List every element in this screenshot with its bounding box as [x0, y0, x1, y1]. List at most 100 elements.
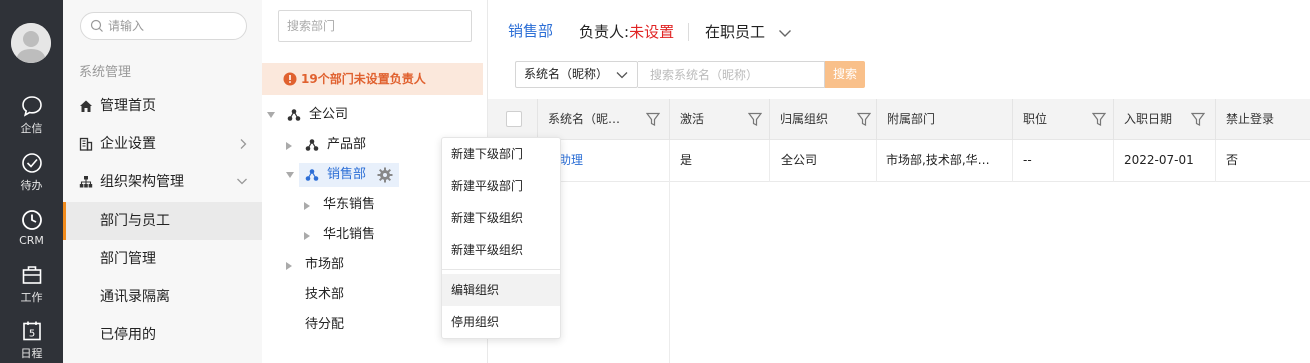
owner-value: 未设置 [629, 23, 675, 41]
collapse-caret-icon[interactable] [267, 112, 275, 118]
chevron-down-icon[interactable] [778, 29, 792, 38]
column-title: 系统名（昵… [548, 112, 621, 126]
cell-depts: 市场部,技术部,华… [886, 153, 990, 167]
rail-item-chat[interactable]: 企信 [0, 95, 63, 151]
menu-item-label: 管理首页 [100, 98, 156, 114]
owner-info[interactable]: 负责人:未设置 [579, 21, 674, 42]
filter-funnel-icon[interactable] [1191, 112, 1205, 127]
column-title: 职位 [1023, 112, 1048, 126]
menu-item-enterprise-settings[interactable]: 企业设置 [63, 125, 262, 163]
menu-search-input[interactable] [108, 17, 238, 35]
ctx-new-child-org[interactable]: 新建下级组织 [442, 202, 560, 234]
org-node-icon [305, 169, 319, 181]
ctx-edit-org[interactable]: 编辑组织 [442, 274, 560, 306]
column-divider [1113, 140, 1114, 182]
menu-item-admin-home[interactable]: 管理首页 [63, 87, 262, 125]
calendar-day: 5 [28, 329, 34, 340]
filter-funnel-icon[interactable] [748, 112, 762, 127]
column-header-depts[interactable]: 附属部门 [876, 99, 1012, 140]
column-divider [876, 140, 877, 182]
menu-sub-contact-isolation[interactable]: 通讯录隔离 [63, 278, 262, 316]
cell-name[interactable]: 门助理 [547, 140, 667, 181]
menu-sub-dept-management[interactable]: 部门管理 [63, 240, 262, 278]
cell-position: -- [1023, 153, 1032, 167]
menu-sub-label: 部门与员工 [100, 213, 170, 229]
menu-search-box [80, 12, 247, 40]
ctx-new-sibling-dept[interactable]: 新建平级部门 [442, 170, 560, 202]
menu-item-org-structure[interactable]: 组织架构管理 [63, 163, 262, 201]
column-header-org[interactable]: 归属组织 [769, 99, 876, 140]
tree-search-box [278, 10, 472, 42]
chat-bubble-icon [21, 96, 42, 117]
filter-funnel-icon[interactable] [646, 112, 660, 127]
clock-icon [21, 210, 42, 230]
tree-node-marketing[interactable]: 市场部 [262, 253, 462, 277]
org-node-icon [287, 109, 301, 121]
ctx-new-child-dept[interactable]: 新建下级部门 [442, 138, 560, 170]
rail-item-label: 日程 [20, 347, 43, 360]
column-header-join-date[interactable]: 入职日期 [1113, 99, 1215, 140]
department-title: 销售部 [508, 22, 554, 40]
tree-node-sales[interactable]: 销售部 [286, 163, 399, 187]
dept-context-menu: 新建下级部门 新建平级部门 新建下级组织 新建平级组织 编辑组织 停用组织 [441, 137, 561, 339]
column-title: 归属组织 [780, 112, 829, 126]
employee-status-dropdown[interactable]: 在职员工 [705, 21, 765, 42]
tree-node-north-sales[interactable]: 华北销售 [262, 223, 462, 247]
ctx-disable-org[interactable]: 停用组织 [442, 306, 560, 338]
menu-sub-label: 通讯录隔离 [100, 289, 170, 305]
collapse-caret-icon[interactable] [286, 172, 294, 178]
system-menu: 系统管理 管理首页 企业设置 [63, 0, 262, 363]
column-divider [1012, 140, 1013, 182]
cell-active: 是 [680, 153, 693, 167]
chevron-down-icon [616, 72, 628, 79]
tree-node-label: 全公司 [309, 107, 349, 122]
missing-owner-warning[interactable]: 19个部门未设置负责人 [262, 63, 483, 95]
expand-caret-icon[interactable] [304, 232, 310, 240]
expand-caret-icon[interactable] [286, 142, 292, 150]
select-all-checkbox[interactable] [506, 111, 522, 127]
rail-item-crm[interactable]: CRM [0, 209, 63, 265]
ctx-new-sibling-org[interactable]: 新建平级组织 [442, 234, 560, 266]
rail-item-calendar[interactable]: 5 日程 [0, 320, 63, 363]
menu-sub-disabled[interactable]: 已停用的 [63, 316, 262, 354]
org-chart-icon [79, 176, 93, 188]
column-title: 入职日期 [1124, 112, 1173, 126]
name-search-input[interactable] [638, 62, 824, 87]
column-header-login-banned[interactable]: 禁止登录 [1215, 99, 1310, 140]
tree-node-tech[interactable]: 技术部 [262, 283, 462, 307]
tree-node-label: 销售部 [327, 167, 367, 182]
expand-caret-icon[interactable] [286, 262, 292, 270]
menu-item-label: 组织架构管理 [100, 174, 184, 190]
menu-heading: 系统管理 [79, 65, 132, 80]
avatar[interactable] [11, 23, 51, 63]
tree-node-company[interactable]: 全公司 [262, 103, 462, 127]
expand-caret-icon[interactable] [304, 202, 310, 210]
home-icon [80, 100, 92, 112]
main-content: 销售部 负责人:未设置 在职员工 系统名（昵称） 搜索 系统名（昵… [488, 0, 1310, 363]
rail-item-label: 企信 [20, 122, 43, 135]
dept-search-input[interactable] [279, 11, 471, 41]
tree-node-label: 产品部 [327, 137, 367, 152]
column-divider [769, 140, 770, 182]
column-header-position[interactable]: 职位 [1012, 99, 1113, 140]
tree-node-product[interactable]: 产品部 [262, 133, 462, 157]
rail-item-todo[interactable]: 待办 [0, 152, 63, 208]
menu-sub-dept-and-staff[interactable]: 部门与员工 [63, 202, 262, 240]
tree-node-label: 华东销售 [323, 197, 376, 212]
tree-node-unassigned[interactable]: 待分配 [262, 313, 462, 337]
owner-label: 负责人: [579, 23, 630, 41]
rail-item-work[interactable]: 工作 [0, 264, 63, 320]
tree-node-label: 技术部 [305, 287, 345, 302]
search-button[interactable]: 搜索 [825, 61, 865, 88]
gear-icon[interactable] [377, 167, 393, 183]
briefcase-icon [22, 266, 41, 284]
column-header-name[interactable]: 系统名（昵… [537, 99, 669, 140]
table-row[interactable]: 门助理 是 全公司 市场部,技术部,华… -- 2022-07-01 否 [488, 140, 1310, 182]
column-header-active[interactable]: 激活 [669, 99, 769, 140]
filter-field-select[interactable]: 系统名（昵称） [515, 61, 638, 88]
tree-node-label: 待分配 [305, 317, 345, 332]
filter-funnel-icon[interactable] [1092, 112, 1106, 127]
tree-node-label: 市场部 [305, 257, 345, 272]
tree-node-east-sales[interactable]: 华东销售 [262, 193, 462, 217]
filter-funnel-icon[interactable] [857, 112, 871, 127]
